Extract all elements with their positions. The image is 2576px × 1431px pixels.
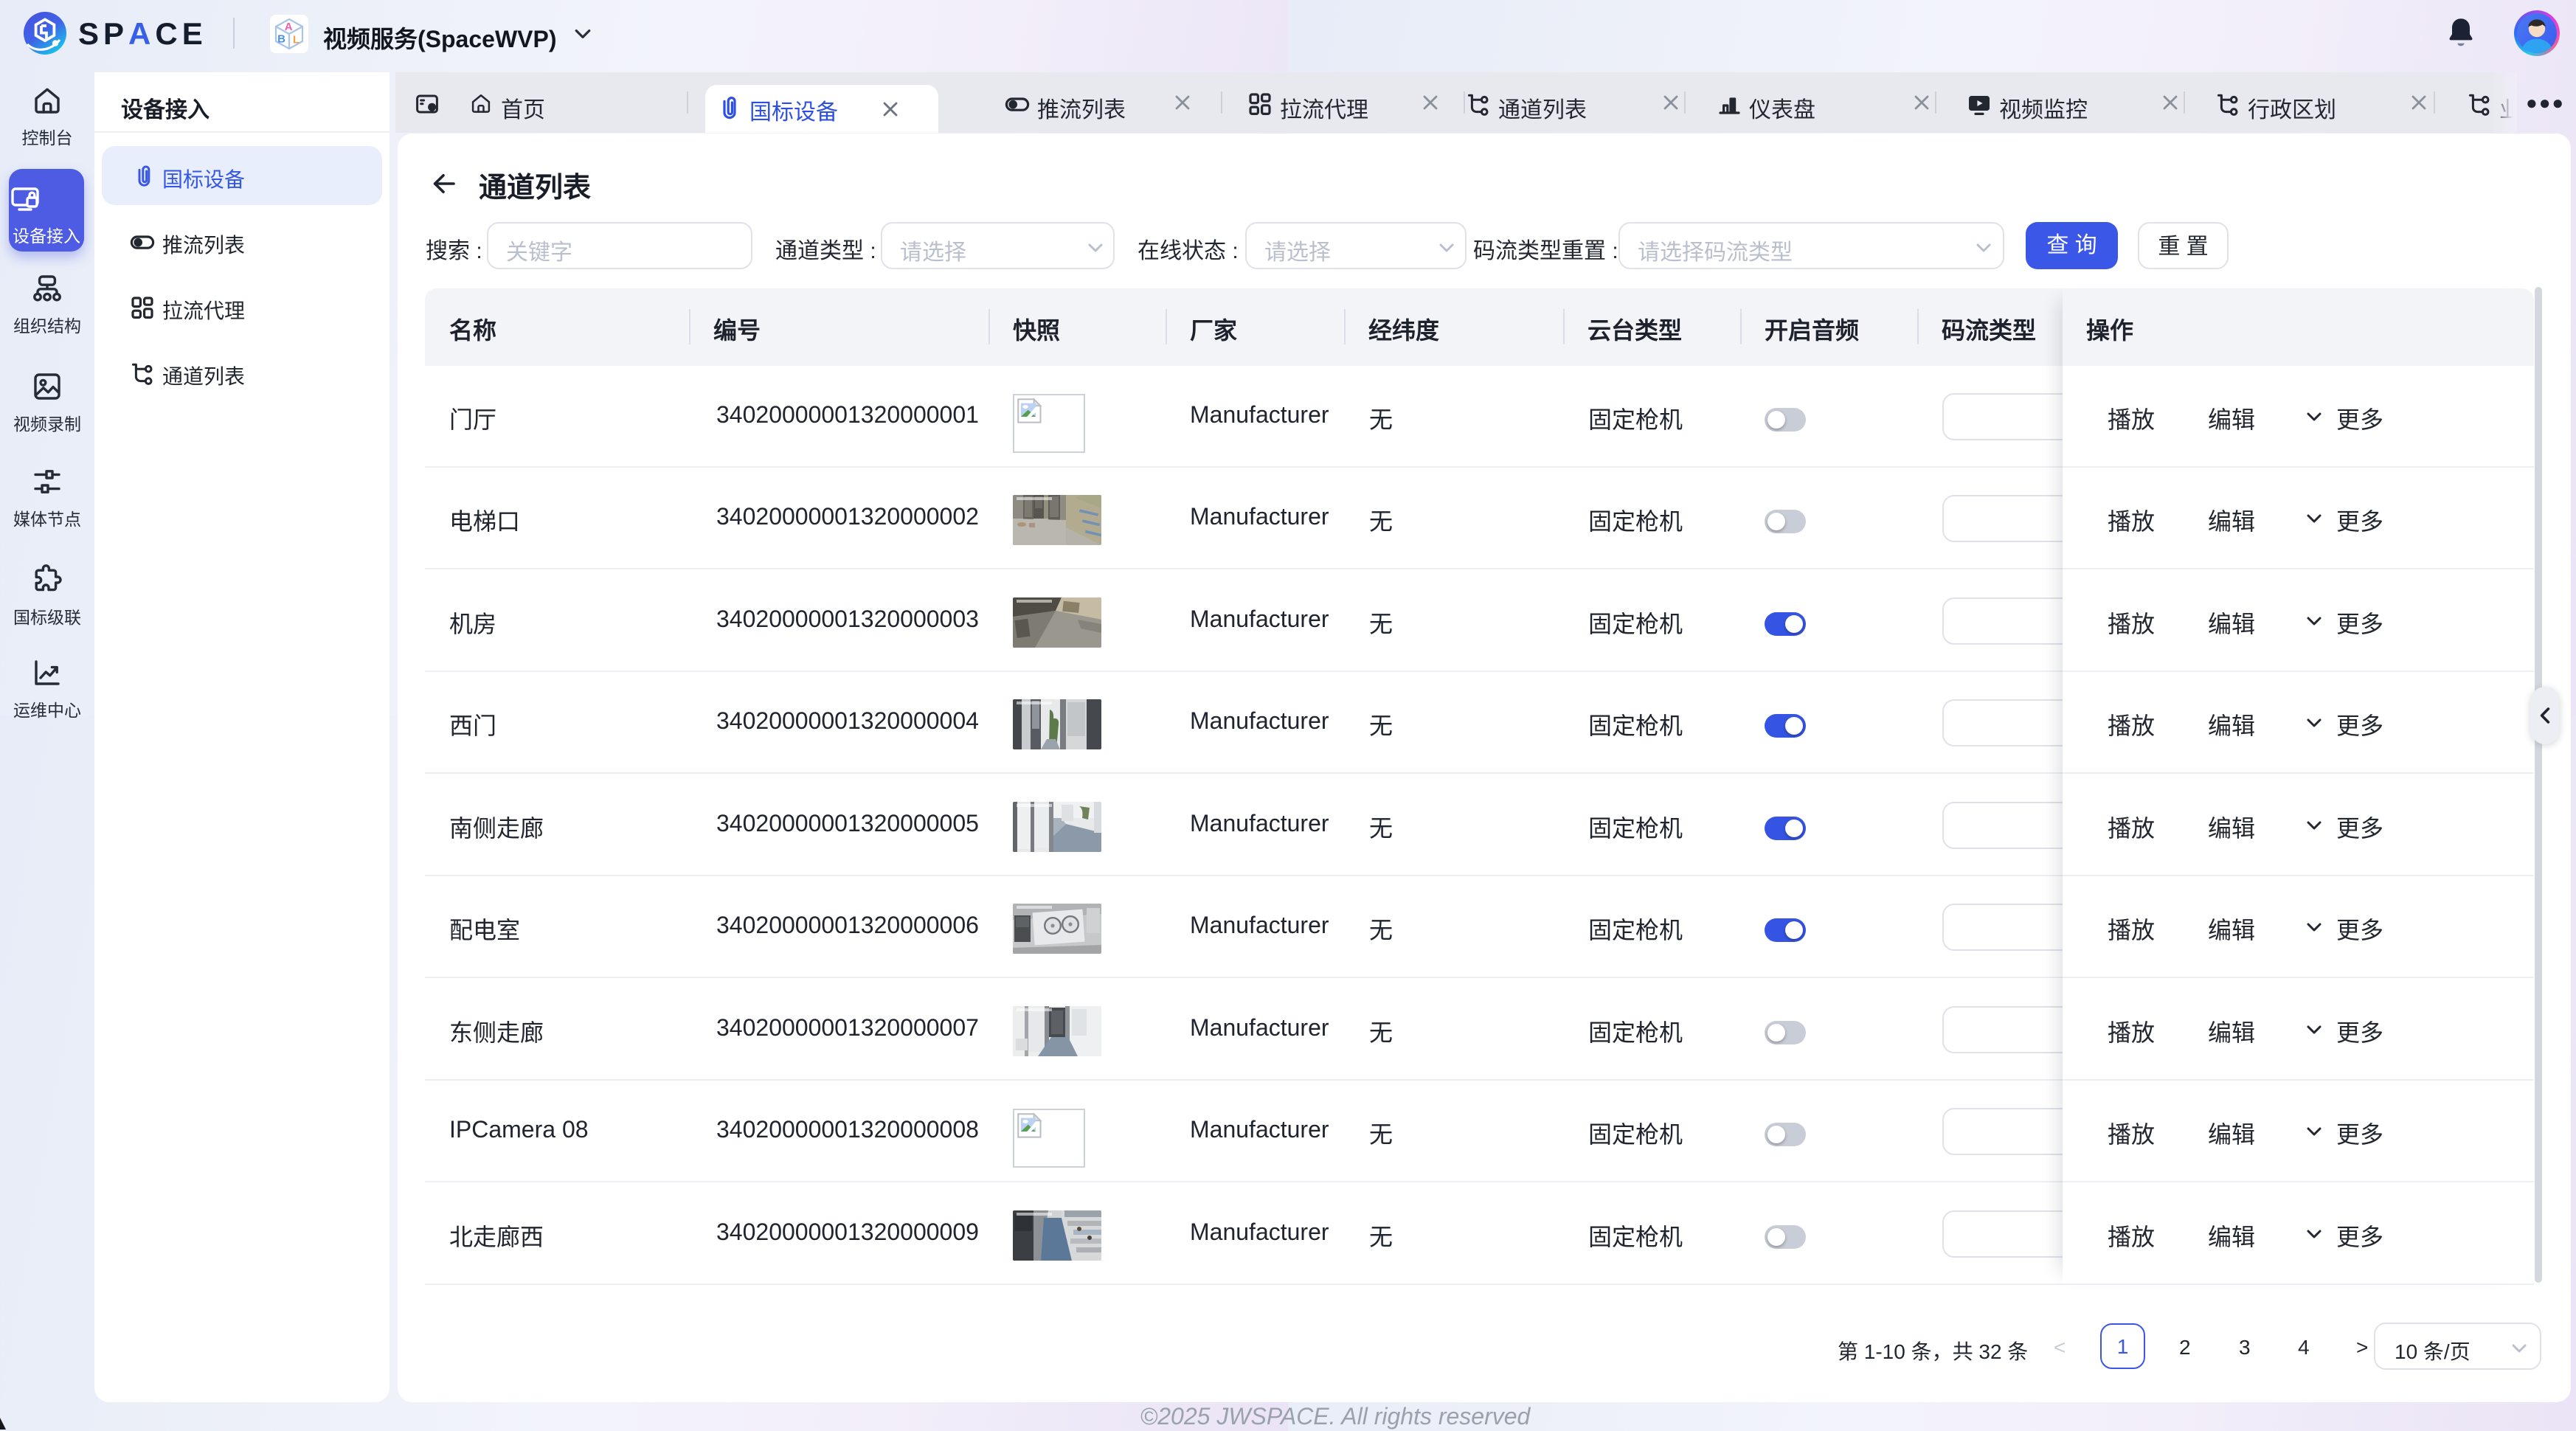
svg-text:L: L xyxy=(293,33,300,46)
svg-text:B: B xyxy=(277,33,285,46)
svg-text:A: A xyxy=(285,21,293,33)
